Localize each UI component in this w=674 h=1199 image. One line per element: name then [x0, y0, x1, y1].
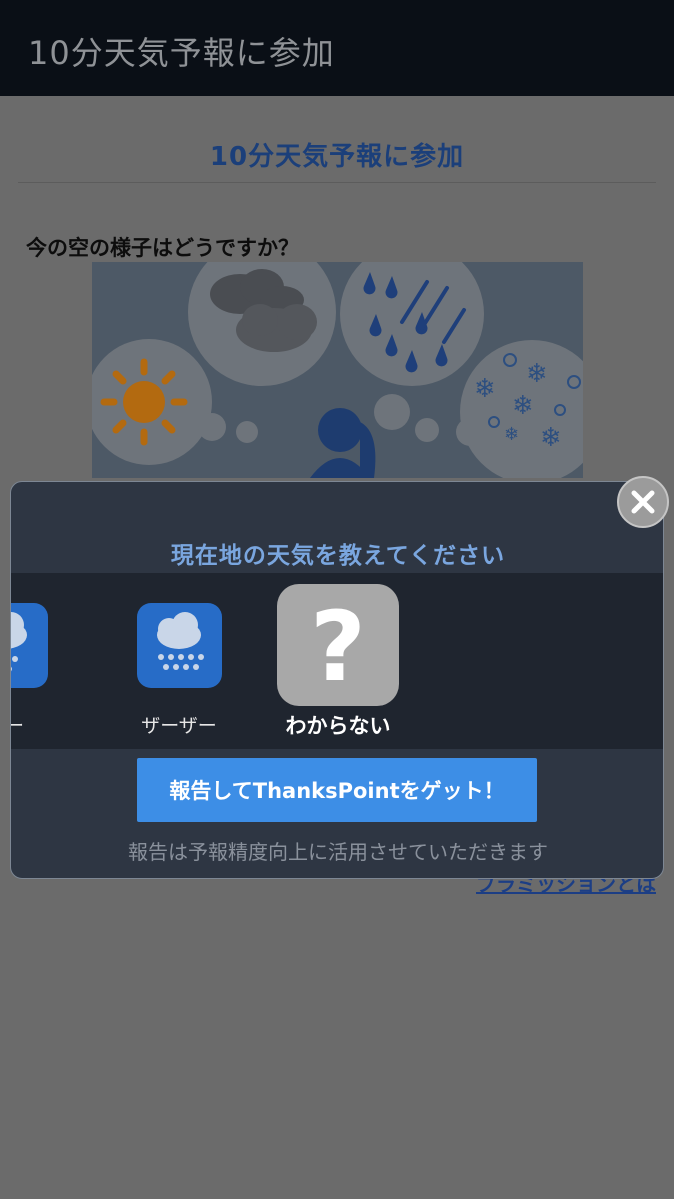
report-note: 報告は予報精度向上に活用させていただきます	[128, 840, 548, 864]
app-bar: 10分天気予報に参加	[0, 0, 674, 96]
svg-text:❄: ❄	[474, 374, 496, 404]
svg-text:❄: ❄	[504, 424, 519, 445]
close-icon	[631, 490, 655, 514]
svg-text:❄: ❄	[526, 359, 548, 389]
weather-option-label: ザーザー	[141, 715, 217, 737]
modal-title: 現在地の天気を教えてください	[170, 543, 506, 569]
divider	[18, 182, 656, 183]
weather-option-unknown-label: わからない	[285, 714, 391, 738]
rain-icon	[11, 603, 48, 688]
sky-question: 今の空の様子はどうですか？	[26, 236, 299, 260]
sun-icon	[100, 358, 188, 446]
heavy-rain-icon	[137, 603, 222, 688]
report-button[interactable]: 報告してThanksPointをゲット！	[137, 758, 537, 822]
person-illustration	[310, 408, 376, 478]
weather-option-heavy-rain[interactable]: ザーザー	[99, 573, 249, 749]
weather-option-label: ナー	[11, 711, 85, 738]
app-bar-title: 10分天気予報に参加	[28, 34, 335, 72]
close-button[interactable]	[617, 476, 669, 528]
weather-illustration: ❄ ❄ ❄ ❄ ❄	[92, 262, 583, 478]
weather-report-modal: 現在地の天気を教えてください ナー	[10, 481, 664, 879]
svg-text:❄: ❄	[540, 423, 562, 453]
svg-text:❄: ❄	[512, 391, 534, 421]
svg-text:?: ?	[310, 591, 366, 703]
page-title: 10分天気予報に参加	[209, 142, 465, 172]
weather-options-carousel[interactable]: ナー ザーザー ? わからない	[11, 573, 663, 749]
weather-option-rain[interactable]: ナー	[11, 573, 75, 749]
question-icon[interactable]: ?	[277, 584, 399, 706]
